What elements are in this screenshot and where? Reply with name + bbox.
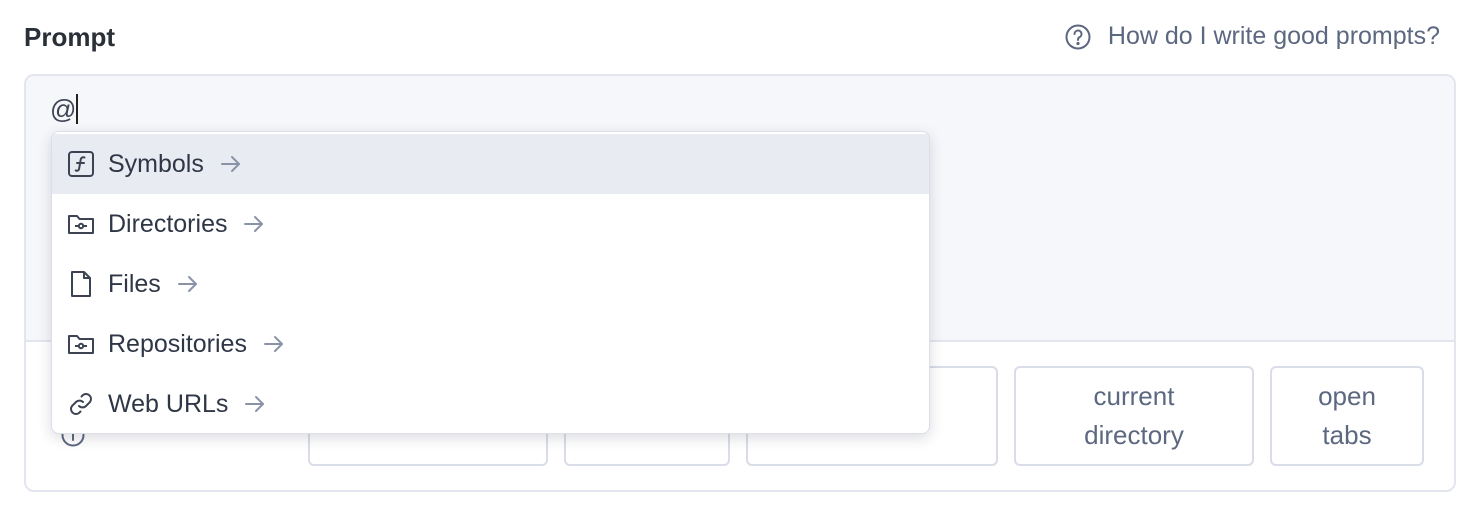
prompt-editor-text: @ [50, 94, 77, 124]
arrow-right-icon [241, 211, 267, 237]
prompt-header: Prompt How do I write good prompts? [0, 0, 1480, 74]
menu-item-files[interactable]: Files [52, 254, 929, 314]
menu-item-label: Repositories [108, 329, 247, 358]
help-link-label: How do I write good prompts? [1107, 22, 1440, 50]
arrow-right-icon [242, 391, 268, 417]
menu-item-directories[interactable]: Directories [52, 194, 929, 254]
folder-icon [66, 209, 96, 239]
menu-item-label: Directories [108, 209, 228, 238]
menu-item-repositories[interactable]: Repositories [52, 314, 929, 374]
file-icon [66, 269, 96, 299]
menu-item-label: Symbols [108, 149, 204, 178]
arrow-right-icon [175, 271, 201, 297]
prompt-title: Prompt [24, 22, 115, 52]
arrow-right-icon [261, 331, 287, 357]
arrow-right-icon [218, 151, 244, 177]
menu-item-web-urls[interactable]: Web URLs [52, 374, 929, 433]
text-caret [76, 94, 78, 124]
chip-current-directory[interactable]: current directory [1014, 366, 1254, 466]
function-icon [66, 149, 96, 179]
chip-open-tabs-label: open tabs [1318, 381, 1376, 450]
menu-item-label: Files [108, 269, 161, 298]
repository-icon [66, 329, 96, 359]
mention-dropdown: Symbols Directories Files Repositories W… [51, 131, 930, 434]
question-circle-icon [1064, 23, 1092, 51]
chip-open-tabs[interactable]: open tabs [1270, 366, 1424, 466]
chip-current-directory-label: current directory [1084, 381, 1184, 450]
menu-item-label: Web URLs [108, 389, 229, 418]
help-link[interactable]: How do I write good prompts? [1064, 22, 1440, 51]
link-icon [66, 389, 96, 419]
menu-item-symbols[interactable]: Symbols [52, 134, 929, 194]
